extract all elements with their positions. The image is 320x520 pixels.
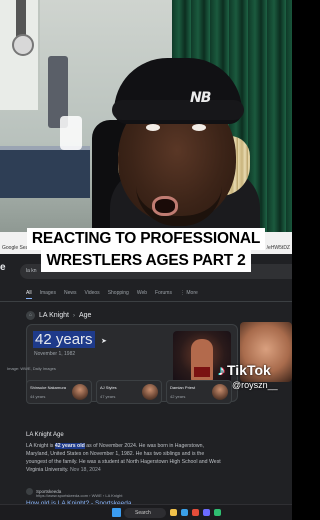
person-card[interactable]: Shinsuke Nakamura 44 years (26, 380, 92, 404)
person-name: Shinsuke Nakamura (30, 385, 67, 390)
tab-videos[interactable]: Videos (84, 290, 99, 299)
person-age: 44 years (30, 394, 46, 399)
tab-web[interactable]: Web (137, 290, 147, 299)
water-bottle (60, 116, 82, 150)
breadcrumb-entity[interactable]: LA Knight (39, 312, 69, 319)
app-icon[interactable] (203, 509, 210, 516)
taskbar: Search (0, 504, 292, 520)
answer-value: 42 years (33, 331, 95, 348)
source-url: https://www.sportskeeda.com › WWE › LA K… (36, 493, 123, 498)
left-eye (146, 124, 160, 131)
search-tabs: All Images News Videos Shopping Web Foru… (26, 290, 198, 299)
app-icon[interactable] (214, 509, 221, 516)
chevron-right-icon: › (72, 312, 75, 319)
person-name: AJ Styles (100, 385, 117, 390)
hanging-guitar (12, 0, 34, 56)
caption-line-2: WRESTLERS AGES PART 2 (41, 250, 251, 272)
tiktok-note-icon: ♪ (218, 362, 225, 378)
tiktok-watermark: ♪ TikTok @royszn__ (218, 362, 278, 390)
caption-line-1: REACTING TO PROFESSIONAL (26, 228, 266, 250)
edge-icon[interactable] (181, 509, 188, 516)
snippet-date: Nov 18, 2024 (69, 467, 101, 473)
snippet-text-pre: LA Knight is (26, 443, 55, 449)
video-frame: NB Google Sea /eHW5tDZ e la kn All Image… (0, 0, 292, 520)
new-balance-logo: NB (190, 90, 211, 106)
birth-date: November 1, 1982 (34, 351, 76, 357)
tabs-divider (0, 301, 292, 302)
tab-all[interactable]: All (26, 290, 32, 299)
section-title: LA Knight Age (26, 432, 64, 438)
person-card[interactable]: AJ Styles 47 years (96, 380, 162, 404)
beanie-band (112, 100, 244, 120)
webcam-feed: NB (0, 0, 292, 232)
shelf (0, 150, 90, 198)
tiktok-logo: ♪ TikTok (218, 362, 278, 378)
chrome-icon[interactable] (192, 509, 199, 516)
related-people: Shinsuke Nakamura 44 years AJ Styles 47 … (26, 380, 232, 404)
person-name: Damian Priest (170, 385, 196, 390)
featured-snippet: LA Knight is 42 years old as of November… (26, 442, 222, 474)
file-explorer-icon[interactable] (170, 509, 177, 516)
person-mouth (152, 196, 178, 216)
person-thumbnail (142, 384, 158, 400)
site-favicon-icon (26, 488, 33, 495)
tab-forums[interactable]: Forums (155, 290, 172, 299)
entity-icon: ⌂ (26, 311, 35, 320)
knowledge-breadcrumb: ⌂ LA Knight › Age (26, 311, 91, 320)
person-thumbnail (72, 384, 88, 400)
wrestler-figure (191, 339, 213, 383)
video-caption: REACTING TO PROFESSIONAL WRESTLERS AGES … (0, 228, 292, 272)
right-eye (192, 124, 206, 131)
person-age: 42 years (170, 394, 186, 399)
person-age: 47 years (100, 394, 116, 399)
tiktok-wordmark: TikTok (227, 362, 271, 378)
breadcrumb-attribute: Age (78, 312, 92, 319)
tiktok-handle: @royszn__ (232, 380, 278, 390)
windows-start-icon[interactable] (112, 508, 121, 517)
taskbar-search[interactable]: Search (124, 508, 166, 518)
taskbar-apps (170, 509, 221, 516)
snippet-highlight: 42 years old (54, 443, 85, 449)
tab-shopping[interactable]: Shopping (108, 290, 129, 299)
tab-images[interactable]: Images (40, 290, 56, 299)
mouse-cursor-icon: ➤ (101, 338, 107, 345)
image-credit: Image: WWE, Daily Images (7, 366, 56, 371)
tab-more[interactable]: ⋮ More (180, 290, 198, 299)
tab-news[interactable]: News (64, 290, 77, 299)
